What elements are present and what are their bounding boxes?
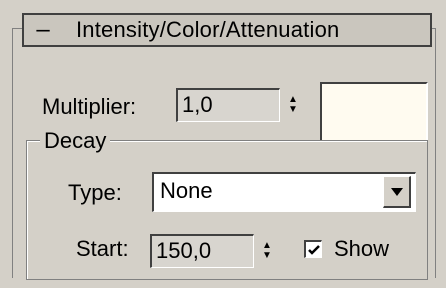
multiplier-label: Multiplier: (42, 94, 137, 119)
start-input[interactable]: 150,0 (150, 234, 254, 268)
rollout-header[interactable]: – Intensity/Color/Attenuation (22, 13, 432, 47)
dropdown-arrow-button[interactable] (383, 176, 411, 208)
decay-type-dropdown[interactable]: None (152, 172, 416, 212)
start-label: Start: (76, 236, 129, 261)
multiplier-spinner-icon[interactable]: ▲ ▼ (284, 90, 302, 120)
start-value: 150,0 (156, 238, 212, 263)
decay-type-value: None (160, 178, 213, 203)
spinner-down-icon[interactable]: ▼ (288, 105, 298, 115)
decay-group-title: Decay (40, 128, 111, 154)
multiplier-input[interactable]: 1,0 (176, 88, 280, 122)
rollout-collapse-toggle[interactable]: – (30, 18, 56, 42)
show-checkbox[interactable] (304, 240, 322, 258)
multiplier-value: 1,0 (182, 92, 213, 117)
type-label: Type: (68, 180, 122, 205)
checkmark-icon (307, 244, 320, 255)
start-spinner-icon[interactable]: ▲ ▼ (258, 236, 276, 266)
show-label[interactable]: Show (334, 236, 389, 262)
color-swatch[interactable] (320, 82, 428, 142)
spinner-down-icon[interactable]: ▼ (262, 251, 272, 261)
rollout-title: Intensity/Color/Attenuation (76, 17, 340, 42)
triangle-down-icon (390, 187, 403, 196)
